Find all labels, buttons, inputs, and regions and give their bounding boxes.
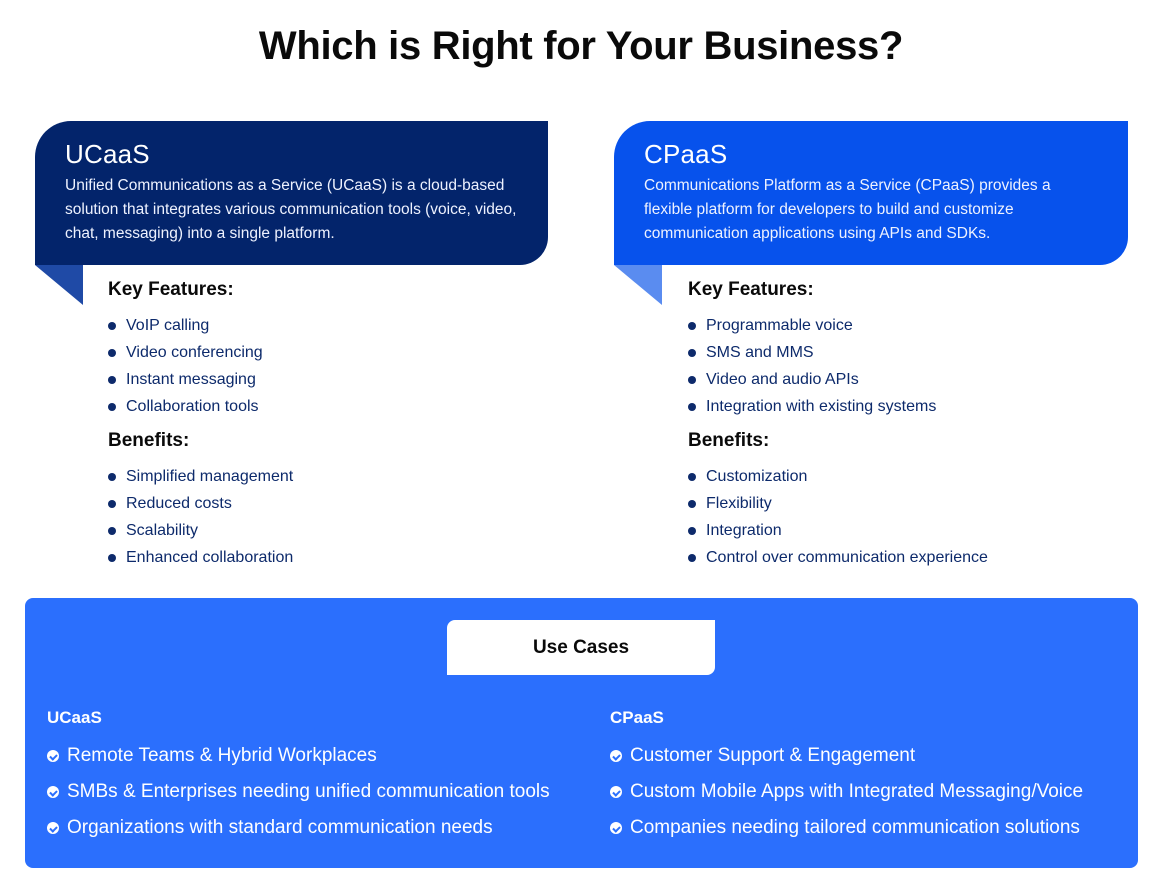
ucaas-key-features-label: Key Features: [108,279,234,300]
cpaas-header-card: CPaaS Communications Platform as a Servi… [614,121,1128,265]
use-cases-panel: Use Cases UCaaS Remote Teams & Hybrid Wo… [25,598,1138,868]
bullet-icon [108,376,116,384]
list-item: Customer Support & Engagement [610,738,1083,774]
list-item: Integration with existing systems [688,393,936,420]
ucaas-key-features: Key Features: VoIP calling Video confere… [108,279,263,420]
bullet-icon [108,473,116,481]
cpaas-benefits: Benefits: Customization Flexibility Inte… [688,430,988,571]
bullet-icon [688,554,696,562]
list-item: VoIP calling [108,312,263,339]
list-item: Enhanced collaboration [108,544,293,571]
bullet-icon [108,554,116,562]
check-circle-icon [47,750,59,762]
bullet-icon [688,500,696,508]
list-item: Customization [688,463,988,490]
list-item: Organizations with standard communicatio… [47,810,550,846]
bullet-icon [108,322,116,330]
list-item: SMS and MMS [688,339,936,366]
check-circle-icon [610,750,622,762]
page-title: Which is Right for Your Business? [258,24,904,68]
list-item: Instant messaging [108,366,263,393]
use-cases-ucaas-heading: UCaaS [47,708,102,727]
list-item: Collaboration tools [108,393,263,420]
cpaas-fold-decoration [614,265,662,305]
list-item: Remote Teams & Hybrid Workplaces [47,738,550,774]
cpaas-description: Communications Platform as a Service (CP… [644,177,1051,242]
list-item: Custom Mobile Apps with Integrated Messa… [610,774,1083,810]
check-circle-icon [610,786,622,798]
bullet-icon [108,500,116,508]
check-circle-icon [47,822,59,834]
use-cases-ucaas: UCaaS Remote Teams & Hybrid Workplaces S… [47,708,550,846]
cpaas-heading: CPaaS [644,139,728,169]
bullet-icon [108,527,116,535]
list-item: Video and audio APIs [688,366,936,393]
list-item: Flexibility [688,490,988,517]
list-item: Simplified management [108,463,293,490]
ucaas-description: Unified Communications as a Service (UCa… [65,177,517,242]
use-cases-cpaas-heading: CPaaS [610,708,664,727]
bullet-icon [688,527,696,535]
bullet-icon [688,473,696,481]
bullet-icon [688,349,696,357]
ucaas-heading: UCaaS [65,139,150,169]
list-item: Companies needing tailored communication… [610,810,1083,846]
check-circle-icon [47,786,59,798]
ucaas-benefits: Benefits: Simplified management Reduced … [108,430,293,571]
list-item: SMBs & Enterprises needing unified commu… [47,774,550,810]
use-cases-label: Use Cases [447,620,715,675]
cpaas-key-features: Key Features: Programmable voice SMS and… [688,279,936,420]
list-item: Scalability [108,517,293,544]
list-item: Programmable voice [688,312,936,339]
bullet-icon [108,349,116,357]
bullet-icon [688,376,696,384]
use-cases-cpaas: CPaaS Customer Support & Engagement Cust… [610,708,1083,846]
ucaas-header-card: UCaaS Unified Communications as a Servic… [35,121,548,265]
ucaas-fold-decoration [35,265,83,305]
bullet-icon [108,403,116,411]
bullet-icon [688,322,696,330]
list-item: Video conferencing [108,339,263,366]
list-item: Reduced costs [108,490,293,517]
check-circle-icon [610,822,622,834]
list-item: Integration [688,517,988,544]
bullet-icon [688,403,696,411]
cpaas-key-features-label: Key Features: [688,279,814,300]
list-item: Control over communication experience [688,544,988,571]
ucaas-benefits-label: Benefits: [108,430,190,451]
cpaas-benefits-label: Benefits: [688,430,770,451]
